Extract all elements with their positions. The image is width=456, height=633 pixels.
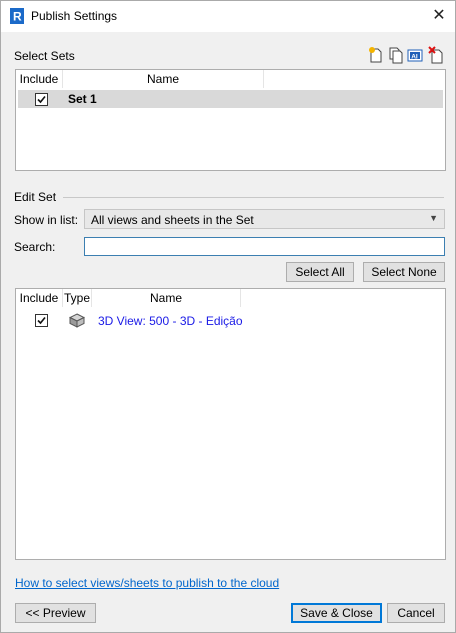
revit-app-icon: R bbox=[10, 8, 24, 24]
sets-list: Include Name Set 1 bbox=[15, 69, 446, 171]
delete-set-icon[interactable] bbox=[428, 46, 444, 64]
column-header-name[interactable]: Name bbox=[63, 70, 264, 88]
save-close-button[interactable]: Save & Close bbox=[291, 603, 382, 623]
help-link[interactable]: How to select views/sheets to publish to… bbox=[15, 576, 279, 590]
show-in-list-value: All views and sheets in the Set bbox=[91, 213, 254, 227]
set-row[interactable]: Set 1 bbox=[18, 90, 443, 108]
title-bar: R Publish Settings ✕ bbox=[1, 1, 455, 32]
show-in-list-label: Show in list: bbox=[14, 213, 79, 227]
edit-set-separator bbox=[63, 197, 444, 198]
publish-settings-dialog: R Publish Settings ✕ Select Sets AI Incl… bbox=[0, 0, 456, 633]
edit-set-heading: Edit Set bbox=[14, 190, 57, 204]
close-icon[interactable]: ✕ bbox=[429, 6, 449, 26]
view-row[interactable]: 3D View: 500 - 3D - Edição bbox=[18, 312, 443, 330]
set-name: Set 1 bbox=[68, 92, 97, 106]
set-include-checkbox[interactable] bbox=[35, 93, 48, 106]
search-label: Search: bbox=[14, 240, 56, 254]
3d-view-icon bbox=[69, 313, 85, 328]
checkmark-icon bbox=[37, 316, 46, 325]
cancel-button[interactable]: Cancel bbox=[387, 603, 445, 623]
select-all-button[interactable]: Select All bbox=[286, 262, 354, 282]
column-header-include[interactable]: Include bbox=[16, 70, 63, 88]
new-set-icon[interactable] bbox=[368, 46, 384, 64]
svg-text:R: R bbox=[13, 10, 22, 24]
window-title: Publish Settings bbox=[31, 9, 118, 23]
column-header-type[interactable]: Type bbox=[63, 289, 92, 307]
chevron-down-icon: ▼ bbox=[429, 213, 438, 223]
preview-button[interactable]: << Preview bbox=[15, 603, 96, 623]
rename-set-icon[interactable]: AI bbox=[407, 46, 423, 64]
column-header-name[interactable]: Name bbox=[92, 289, 241, 307]
views-list: Include Type Name 3D View: 500 - 3D - Ed… bbox=[15, 288, 446, 560]
column-header-include[interactable]: Include bbox=[16, 289, 63, 307]
view-include-checkbox[interactable] bbox=[35, 314, 48, 327]
svg-text:AI: AI bbox=[411, 53, 418, 60]
copy-set-icon[interactable] bbox=[388, 46, 404, 64]
search-input[interactable] bbox=[84, 237, 445, 256]
show-in-list-dropdown[interactable]: All views and sheets in the Set ▼ bbox=[84, 209, 445, 229]
select-sets-heading: Select Sets bbox=[14, 49, 75, 63]
select-none-button[interactable]: Select None bbox=[363, 262, 445, 282]
view-name: 3D View: 500 - 3D - Edição bbox=[98, 314, 243, 328]
checkmark-icon bbox=[37, 95, 46, 104]
